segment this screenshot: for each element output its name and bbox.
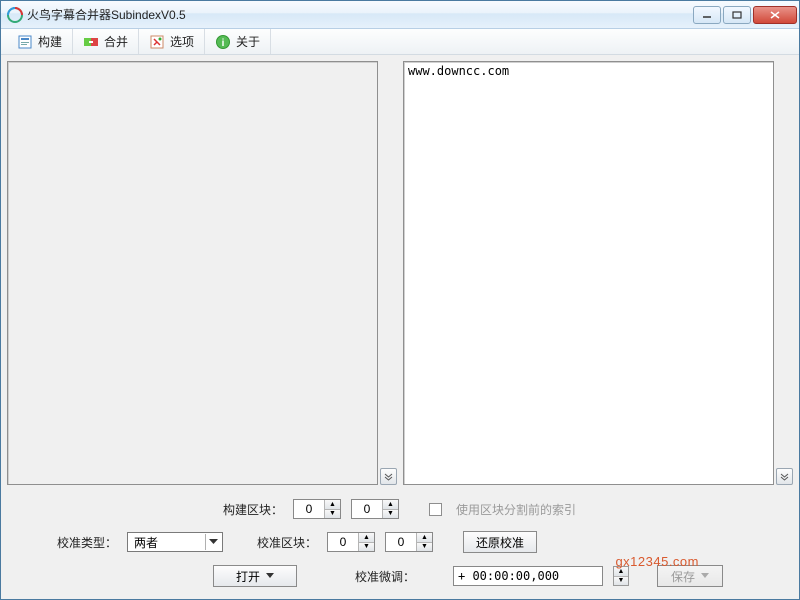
- spin-up-icon[interactable]: ▲: [417, 533, 432, 543]
- build-block-a-stepper[interactable]: ▲▼: [293, 499, 341, 519]
- calib-block-label: 校准区块：: [247, 534, 317, 551]
- spin-up-icon[interactable]: ▲: [359, 533, 374, 543]
- calib-block-a-input[interactable]: [328, 533, 358, 551]
- spin-down-icon[interactable]: ▼: [417, 543, 432, 552]
- toolbar-merge[interactable]: 合并: [73, 29, 139, 54]
- row-build-block: 构建区块： ▲▼ ▲▼ 使用区块分割前的索引: [27, 499, 773, 519]
- use-presplit-checkbox[interactable]: [429, 503, 442, 516]
- calib-block-b-stepper[interactable]: ▲▼: [385, 532, 433, 552]
- build-block-label: 构建区块：: [213, 501, 283, 518]
- app-icon: [7, 7, 23, 23]
- build-block-a-input[interactable]: [294, 500, 324, 518]
- spin-up-icon[interactable]: ▲: [383, 500, 398, 510]
- calib-type-value: 两者: [134, 534, 158, 551]
- spin-down-icon[interactable]: ▼: [325, 510, 340, 519]
- spin-down-icon[interactable]: ▼: [383, 510, 398, 519]
- maximize-button[interactable]: [723, 6, 751, 24]
- row-open-fine: 打开 校准微调： + 00:00:00,000 ▲ ▼ 保存 g: [27, 565, 773, 587]
- titlebar: 火鸟字幕合并器SubindexV0.5: [1, 1, 799, 29]
- app-window: 火鸟字幕合并器SubindexV0.5 构建 合并: [0, 0, 800, 600]
- left-pane[interactable]: [7, 61, 378, 485]
- toolbar: 构建 合并 选项 i 关于: [1, 29, 799, 55]
- calib-fine-label: 校准微调：: [345, 568, 415, 585]
- left-scroll-down-icon[interactable]: [380, 468, 397, 485]
- save-button[interactable]: 保存: [657, 565, 723, 587]
- spin-up-icon[interactable]: ▲: [325, 500, 340, 510]
- toolbar-options[interactable]: 选项: [139, 29, 205, 54]
- chevron-down-icon: [266, 573, 274, 579]
- calib-fine-value: + 00:00:00,000: [458, 569, 559, 583]
- right-pane[interactable]: www.downcc.com: [403, 61, 774, 485]
- spin-down-icon[interactable]: ▼: [614, 577, 628, 586]
- left-pane-wrap: [7, 61, 397, 485]
- panes-row: www.downcc.com: [7, 61, 793, 485]
- minimize-button[interactable]: [693, 6, 721, 24]
- build-icon: [17, 34, 33, 50]
- chevron-down-icon: [701, 573, 709, 579]
- toolbar-about[interactable]: i 关于: [205, 29, 271, 54]
- options-icon: [149, 34, 165, 50]
- client-area: www.downcc.com 构建区块： ▲▼ ▲▼: [1, 55, 799, 599]
- window-title: 火鸟字幕合并器SubindexV0.5: [27, 6, 691, 23]
- row-calib-type: 校准类型： 两者 校准区块： ▲▼ ▲▼: [27, 531, 773, 553]
- window-controls: [691, 6, 797, 24]
- chevron-down-icon: [205, 534, 220, 550]
- calib-block-b-input[interactable]: [386, 533, 416, 551]
- open-button[interactable]: 打开: [213, 565, 297, 587]
- restore-calib-button[interactable]: 还原校准: [463, 531, 537, 553]
- calib-fine-input[interactable]: + 00:00:00,000: [453, 566, 603, 586]
- calib-block-a-stepper[interactable]: ▲▼: [327, 532, 375, 552]
- close-button[interactable]: [753, 6, 797, 24]
- build-block-b-input[interactable]: [352, 500, 382, 518]
- about-icon: i: [215, 34, 231, 50]
- spin-up-icon[interactable]: ▲: [614, 567, 628, 577]
- svg-text:i: i: [222, 38, 225, 49]
- calib-type-combo[interactable]: 两者: [127, 532, 223, 552]
- use-presplit-label: 使用区块分割前的索引: [456, 501, 576, 518]
- calib-type-label: 校准类型：: [27, 534, 117, 551]
- right-pane-wrap: www.downcc.com: [403, 61, 793, 485]
- toolbar-build[interactable]: 构建: [7, 29, 73, 54]
- merge-icon: [83, 34, 99, 50]
- spin-down-icon[interactable]: ▼: [359, 543, 374, 552]
- right-scroll-down-icon[interactable]: [776, 468, 793, 485]
- controls-area: 构建区块： ▲▼ ▲▼ 使用区块分割前的索引 校准类型： 两者: [7, 485, 793, 593]
- build-block-b-stepper[interactable]: ▲▼: [351, 499, 399, 519]
